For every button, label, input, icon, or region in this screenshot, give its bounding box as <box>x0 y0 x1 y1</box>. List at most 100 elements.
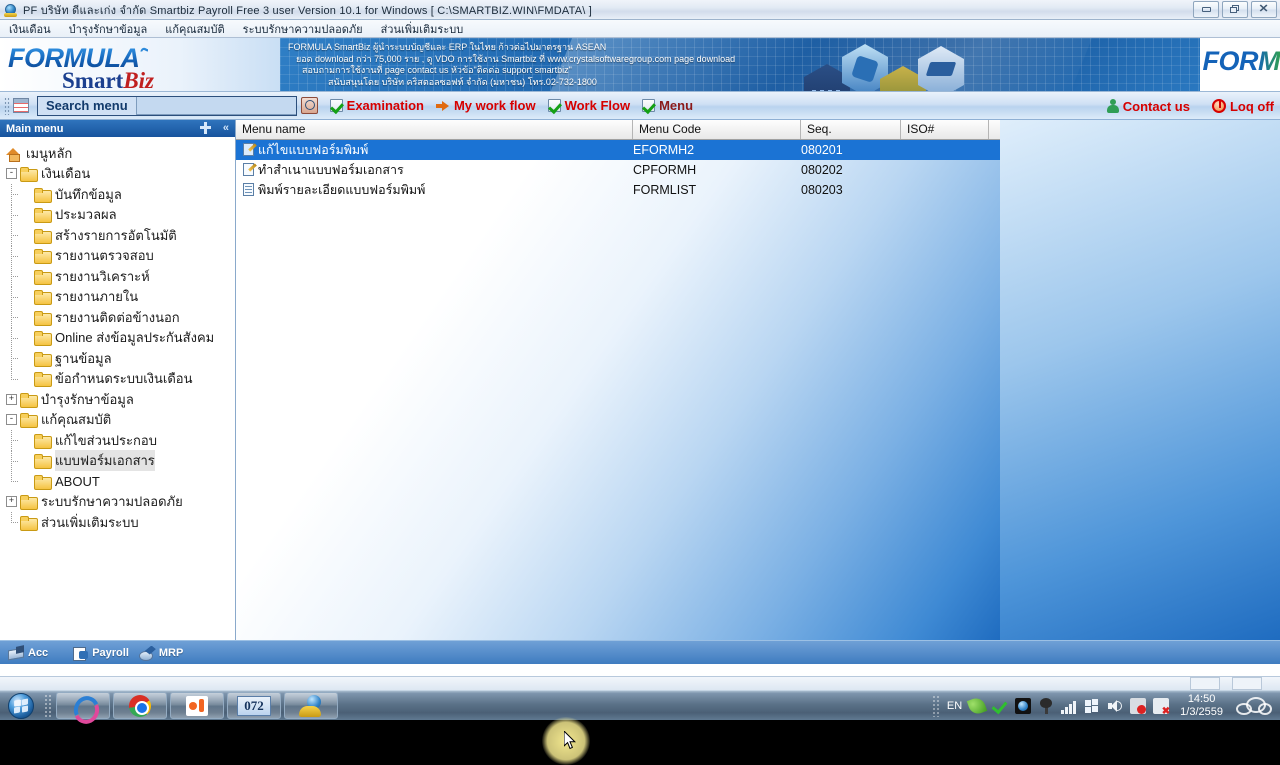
green-check-icon[interactable] <box>992 698 1008 714</box>
taskbar-button-smartbiz[interactable] <box>284 692 338 719</box>
green-check-icon <box>642 99 656 112</box>
tree-connector <box>6 450 20 472</box>
table-row[interactable]: พิมพ์รายละเอียดแบบฟอร์มพิมพ์ FORMLIST 08… <box>236 180 1000 200</box>
clock-date: 1/3/2559 <box>1180 705 1223 718</box>
menu-item-payroll[interactable]: เงินเดือน <box>6 19 54 39</box>
table-row[interactable]: แก้ไขแบบฟอร์มพิมพ์ EFORMH2 080201 <box>236 140 1000 160</box>
column-header-menu-code[interactable]: Menu Code <box>633 120 801 139</box>
pin-icon[interactable] <box>200 122 211 134</box>
tree-item-payroll-settings[interactable]: ข้อกำหนดระบบเงินเดือน <box>4 368 235 390</box>
power-icon <box>1211 99 1226 113</box>
toolbar-label-menu: Menu <box>659 98 694 113</box>
menu-item-system-addons[interactable]: ส่วนเพิ่มเติมระบบ <box>378 19 467 39</box>
module-label-mrp: MRP <box>158 646 184 659</box>
tree-item-root[interactable]: เมนูหลัก <box>4 143 235 164</box>
module-button-acc[interactable]: Acc <box>8 646 48 660</box>
home-icon <box>6 146 21 163</box>
tree-item-external-reports[interactable]: รายงานติดต่อข้างนอก <box>4 307 235 328</box>
tree-item-record-data[interactable]: บันทึกข้อมูล <box>4 184 235 205</box>
contact-us-label: Contact us <box>1122 98 1190 114</box>
search-input[interactable] <box>135 96 296 115</box>
folder-icon <box>34 228 52 244</box>
tree-connector <box>6 471 20 492</box>
tray-grip[interactable] <box>931 694 940 717</box>
tray-language-indicator[interactable]: EN <box>947 700 962 712</box>
toolbar-item-examination[interactable]: Examination <box>329 98 424 113</box>
search-go-icon[interactable] <box>300 97 318 114</box>
grid-body: แก้ไขแบบฟอร์มพิมพ์ EFORMH2 080201 ทำสำเน… <box>236 140 1000 765</box>
dark-globe-icon[interactable] <box>1015 697 1032 714</box>
module-label-acc: Acc <box>28 646 49 659</box>
tree-item-security-system[interactable]: + ระบบรักษาความปลอดภัย <box>4 492 235 513</box>
taskbar-grip[interactable] <box>44 693 52 718</box>
expander-expand-icon[interactable]: + <box>6 393 17 405</box>
tree-icon[interactable] <box>1038 697 1054 714</box>
tree-label: ฐานข้อมูล <box>55 350 112 366</box>
tree-item-payroll[interactable]: - เงินเดือน <box>4 164 235 185</box>
toolbar-label-examination: Examination <box>346 98 424 113</box>
tree-item-document-forms[interactable]: แบบฟอร์มเอกสาร <box>4 450 235 472</box>
column-header-menu-name[interactable]: Menu name <box>236 120 633 139</box>
tree-item-edit-components[interactable]: แก้ไขส่วนประกอบ <box>4 430 235 451</box>
taskbar-button-orange-app[interactable] <box>170 692 224 719</box>
row-seq: 080202 <box>801 163 843 177</box>
row-menu-name: พิมพ์รายละเอียดแบบฟอร์มพิมพ์ <box>258 183 426 197</box>
log-off-button[interactable]: Loq off <box>1211 99 1274 114</box>
column-header-seq[interactable]: Seq. <box>801 120 901 139</box>
taskbar-button-swirl-app[interactable] <box>56 692 110 719</box>
tree-item-auto-transactions[interactable]: สร้างรายการอัตโนมัติ <box>4 225 235 246</box>
grid-view-icon[interactable] <box>13 98 29 113</box>
tree-item-internal-reports[interactable]: รายงานภายใน <box>4 286 235 308</box>
taskbar-clock[interactable]: 14:50 1/3/2559 <box>1176 693 1227 719</box>
restore-button[interactable] <box>1222 1 1248 18</box>
module-button-mrp[interactable]: MRP <box>138 646 184 661</box>
tree-item-processing[interactable]: ประมวลผล <box>4 204 235 226</box>
double-chevron-left-icon[interactable]: « <box>223 122 229 134</box>
tree-connector <box>6 512 20 533</box>
minimize-button[interactable] <box>1193 1 1219 18</box>
windows-flag-icon[interactable] <box>1084 698 1100 714</box>
start-orb-icon[interactable] <box>2 692 40 720</box>
expander-collapse-icon[interactable]: - <box>6 414 17 426</box>
folder-icon <box>34 310 52 326</box>
red-alert-icon[interactable] <box>1130 697 1147 714</box>
tree-label: เมนูหลัก <box>26 145 73 161</box>
tree-connector <box>6 204 20 226</box>
contact-us-button[interactable]: Contact us <box>1106 98 1190 114</box>
cloud-icon[interactable] <box>1234 695 1274 717</box>
module-button-payroll[interactable]: Payroll <box>72 646 129 661</box>
taskbar-button-chrome[interactable] <box>113 692 167 719</box>
menu-item-properties[interactable]: แก้คุณสมบัติ <box>162 19 227 39</box>
tree-item-edit-properties[interactable]: - แก้คุณสมบัติ <box>4 410 235 431</box>
tree-item-analysis-reports[interactable]: รายงานวิเคราะห์ <box>4 266 235 287</box>
signal-bars-icon[interactable] <box>1061 698 1077 714</box>
tree-item-audit-reports[interactable]: รายงานตรวจสอบ <box>4 245 235 267</box>
table-row[interactable]: ทำสำเนาแบบฟอร์มเอกสาร CPFORMH 080202 <box>236 160 1000 180</box>
tree-item-online-social-security[interactable]: Online ส่งข้อมูลประกันสังคม <box>4 327 235 349</box>
toolbar-item-work-flow[interactable]: Work Flow <box>547 98 630 113</box>
tree-label: ประมวลผล <box>55 207 117 223</box>
folder-icon <box>34 351 52 367</box>
payroll-icon <box>72 646 89 661</box>
column-header-iso[interactable]: ISO# <box>901 120 989 139</box>
menu-item-security[interactable]: ระบบรักษาความปลอดภัย <box>240 19 366 39</box>
tree-item-database[interactable]: ฐานข้อมูล <box>4 348 235 369</box>
expander-expand-icon[interactable]: + <box>6 496 17 508</box>
taskbar-button-072-app[interactable]: 072 <box>227 692 281 719</box>
folder-icon <box>34 331 52 347</box>
close-button[interactable]: ✕ <box>1251 1 1277 18</box>
menu-item-data-maintenance[interactable]: บำรุงรักษาข้อมูล <box>66 19 151 39</box>
leaf-icon[interactable] <box>966 695 988 716</box>
toolbar-grip[interactable] <box>4 96 10 115</box>
toolbar-item-menu[interactable]: Menu <box>642 98 693 113</box>
expander-collapse-icon[interactable]: - <box>6 168 17 180</box>
toolbar-item-my-work-flow[interactable]: My work flow <box>435 98 536 113</box>
tree-label: สร้างรายการอัตโนมัติ <box>55 227 177 243</box>
speaker-icon[interactable] <box>1107 698 1123 714</box>
tree-item-system-addons[interactable]: ส่วนเพิ่มเติมระบบ <box>4 512 235 533</box>
red-x-icon[interactable] <box>1153 697 1170 717</box>
strip-box-2 <box>1232 677 1262 690</box>
tree-item-about[interactable]: ABOUT <box>4 471 235 492</box>
sidebar: Main menu « เมนูหลัก - เงินเดือน บันทึกข… <box>0 120 236 640</box>
tree-item-data-maintenance[interactable]: + บำรุงรักษาข้อมูล <box>4 389 235 410</box>
